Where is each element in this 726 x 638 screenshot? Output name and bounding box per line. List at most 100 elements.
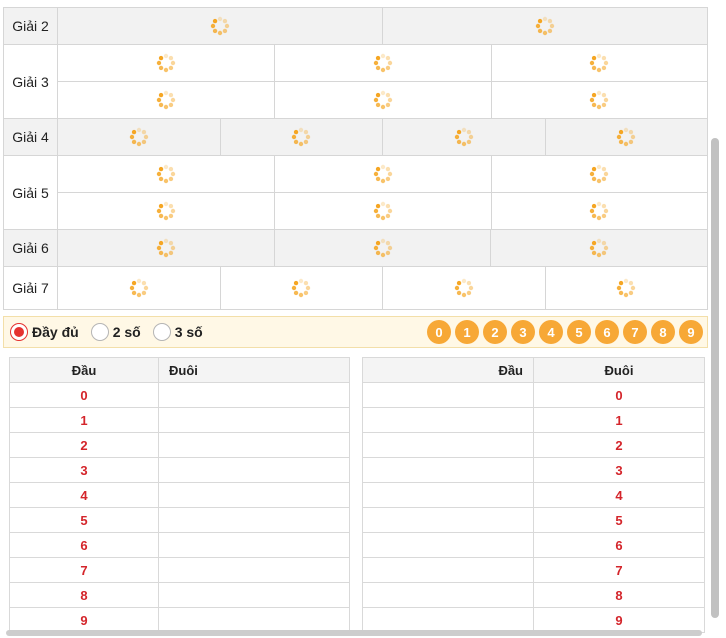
digit-filter-button-7[interactable]: 7 <box>623 320 647 344</box>
head-column-header: Đầu <box>362 357 534 383</box>
head-column-header: Đầu <box>9 357 159 383</box>
prize-number-cell <box>58 81 275 118</box>
table-row: 6 <box>362 532 705 558</box>
tail-values <box>158 582 350 608</box>
table-row: 0 <box>362 382 705 408</box>
digit-filter-button-3[interactable]: 3 <box>511 320 535 344</box>
digit-filter-button-9[interactable]: 9 <box>679 320 703 344</box>
tail-values <box>158 432 350 458</box>
prize-row: Giải 6 <box>3 229 708 267</box>
loading-spinner-icon <box>373 201 393 221</box>
table-row: 5 <box>9 507 350 533</box>
table-row: 3 <box>362 457 705 483</box>
table-row: 1 <box>362 407 705 433</box>
loading-spinner-icon <box>373 164 393 184</box>
prize-number-cell <box>58 267 220 309</box>
tail-values <box>158 382 350 408</box>
vertical-scrollbar[interactable] <box>708 0 722 638</box>
prize-number-cell <box>544 267 708 309</box>
loading-spinner-icon <box>589 238 609 258</box>
head-values <box>362 507 534 533</box>
horizontal-scrollbar-thumb[interactable] <box>6 630 702 636</box>
head-digit: 4 <box>9 482 159 508</box>
prize-number-cell <box>490 230 707 266</box>
head-values <box>362 482 534 508</box>
digit-filter-button-8[interactable]: 8 <box>651 320 675 344</box>
prize-number-cell <box>382 119 545 155</box>
head-tail-table-left: Đầu Đuôi 0123456789 <box>9 357 350 633</box>
head-digit: 0 <box>9 382 159 408</box>
prize-number-cell <box>58 230 274 266</box>
digit-filter-button-2[interactable]: 2 <box>483 320 507 344</box>
tail-digit: 0 <box>533 382 705 408</box>
tail-values <box>158 532 350 558</box>
prize-number-cell <box>58 8 382 44</box>
table-row: 8 <box>362 582 705 608</box>
prize-numbers <box>57 229 708 267</box>
display-filter-bar: Đầy đủ 2 số 3 số 0123456789 <box>3 316 708 348</box>
prize-label: Giải 5 <box>3 155 58 230</box>
loading-spinner-icon <box>373 238 393 258</box>
digit-filter-button-6[interactable]: 6 <box>595 320 619 344</box>
loading-spinner-icon <box>156 201 176 221</box>
radio-button[interactable] <box>152 323 171 341</box>
tail-digit: 8 <box>533 582 705 608</box>
loading-spinner-icon <box>373 90 393 110</box>
prize-row: Giải 3 <box>3 44 708 119</box>
prize-numbers <box>57 44 708 119</box>
tail-digit: 5 <box>533 507 705 533</box>
loading-spinner-icon <box>291 127 311 147</box>
loading-spinner-icon <box>535 16 555 36</box>
prize-number-cell <box>274 81 491 118</box>
prize-number-cell <box>274 156 490 192</box>
prize-number-cell <box>219 119 383 155</box>
filter-option-0[interactable]: Đầy đủ <box>10 323 79 341</box>
prize-label: Giải 7 <box>3 266 58 310</box>
head-digit: 1 <box>9 407 159 433</box>
table-row: 3 <box>9 457 350 483</box>
table-row: 1 <box>9 407 350 433</box>
filter-option-2[interactable]: 3 số <box>152 323 203 341</box>
prize-row: Giải 4 <box>3 118 708 156</box>
tail-column-header: Đuôi <box>533 357 705 383</box>
loading-spinner-icon <box>589 90 609 110</box>
filter-option-label: Đầy đủ <box>32 324 79 340</box>
tail-values <box>158 507 350 533</box>
tail-digit: 1 <box>533 407 705 433</box>
radio-button[interactable] <box>90 323 109 341</box>
prize-number-cell <box>274 192 491 229</box>
digit-filter-button-4[interactable]: 4 <box>539 320 563 344</box>
head-values <box>362 557 534 583</box>
prize-label: Giải 2 <box>3 7 58 45</box>
prize-row: Giải 5 <box>3 155 708 230</box>
table-row: 4 <box>9 482 350 508</box>
prize-number-cell <box>273 230 491 266</box>
prize-label: Giải 3 <box>3 44 58 119</box>
digit-filter-button-5[interactable]: 5 <box>567 320 591 344</box>
loading-spinner-icon <box>156 164 176 184</box>
prize-label: Giải 4 <box>3 118 58 156</box>
tail-digit: 6 <box>533 532 705 558</box>
radio-button[interactable] <box>10 323 28 341</box>
head-digit: 5 <box>9 507 159 533</box>
tail-digit: 7 <box>533 557 705 583</box>
table-row: 2 <box>9 432 350 458</box>
filter-option-1[interactable]: 2 số <box>90 323 141 341</box>
filter-option-label: 2 số <box>112 324 141 340</box>
head-digit: 7 <box>9 557 159 583</box>
head-values <box>362 382 534 408</box>
prize-number-cell <box>58 192 275 229</box>
prize-number-cell <box>382 8 707 44</box>
vertical-scrollbar-thumb[interactable] <box>711 138 719 618</box>
prize-number-cell <box>274 45 490 81</box>
head-tail-table-right: Đầu Đuôi 0123456789 <box>362 357 705 633</box>
filter-option-label: 3 số <box>174 324 203 340</box>
loading-spinner-icon <box>589 201 609 221</box>
digit-filter-button-0[interactable]: 0 <box>427 320 451 344</box>
loading-spinner-icon <box>156 53 176 73</box>
tail-digit: 4 <box>533 482 705 508</box>
digit-filter-button-1[interactable]: 1 <box>455 320 479 344</box>
prize-number-cell <box>490 192 707 229</box>
head-values <box>362 407 534 433</box>
horizontal-scrollbar[interactable] <box>0 628 706 638</box>
